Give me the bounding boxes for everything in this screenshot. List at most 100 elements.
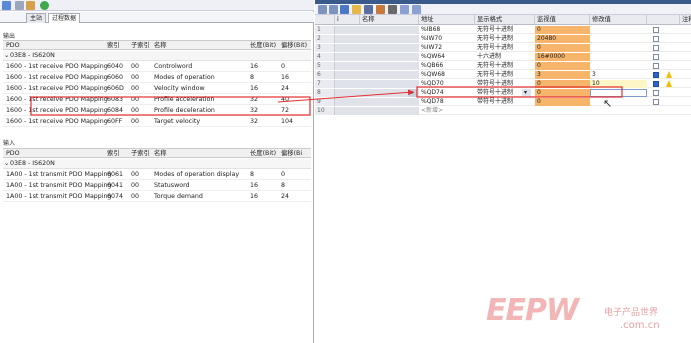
watch-row[interactable]: 2 %IW70 无符号十进制 20480 <box>315 35 691 43</box>
pdo-row[interactable]: 1600 - 1st receive PDO Mapping 6084 00 Prof… <box>3 106 311 116</box>
modify-checkbox[interactable] <box>653 90 659 96</box>
column-header[interactable]: 索引 <box>107 41 120 51</box>
watch-row[interactable]: 6 %QW68 无符号十进制 3 3 <box>315 71 691 79</box>
modify-checkbox[interactable] <box>653 99 659 105</box>
column-header[interactable]: 索引 <box>107 149 120 159</box>
watch-column-header[interactable]: 显示格式 <box>475 15 535 25</box>
display-format-cell[interactable]: 十六进制 <box>475 53 535 61</box>
display-format-cell[interactable]: 无符号十进制 <box>475 26 535 34</box>
modify-checkbox[interactable] <box>653 45 659 51</box>
device-group-row[interactable]: 03E8 - IS620N ⌄ <box>3 159 311 169</box>
address-cell[interactable]: %QW64 <box>419 53 475 61</box>
modify-value-cell[interactable] <box>590 62 647 70</box>
modify-checkbox[interactable] <box>653 54 659 60</box>
modify-value-cell[interactable] <box>590 35 647 43</box>
column-header[interactable]: 偏移(Bi <box>281 149 302 159</box>
pdo-row[interactable]: 1600 - 1st receive PDO Mapping 60FF 00 Targ… <box>3 117 311 127</box>
watch-row[interactable]: 9 %QD78 带符号十进制 0 <box>315 98 691 106</box>
address-cell[interactable]: %QW68 <box>419 71 475 79</box>
tab-master[interactable]: 主站 <box>26 13 47 23</box>
show-hide-icon[interactable] <box>400 5 409 14</box>
pdo-row[interactable]: 1600 - 1st receive PDO Mapping 6083 00 Prof… <box>3 95 311 105</box>
columns-icon[interactable] <box>412 5 421 14</box>
device-group-row[interactable]: 03E8 - IS620N ⌄ <box>3 51 311 61</box>
pdo-row[interactable]: 1600 - 1st receive PDO Mapping 6040 00 Cont… <box>3 62 311 72</box>
modify-checkbox[interactable] <box>653 72 659 78</box>
modify-value-cell[interactable] <box>590 98 647 106</box>
add-row-icon[interactable] <box>329 5 338 14</box>
watch-column-header[interactable]: 监视值 <box>535 15 590 25</box>
column-header[interactable]: PDO <box>6 149 20 159</box>
pdo-row[interactable]: 1A00 - 1st transmit PDO Mapping 6061 00 Mod… <box>3 170 311 180</box>
column-header[interactable]: 子索引 <box>131 149 150 159</box>
pdo-row[interactable]: 1600 - 1st receive PDO Mapping 6060 00 Mode… <box>3 73 311 83</box>
watch-row[interactable]: 4 %QW64 十六进制 16#0000 <box>315 53 691 61</box>
modify-checkbox[interactable] <box>653 27 659 33</box>
folder-icon[interactable] <box>26 1 35 10</box>
modify-value-cell[interactable] <box>590 89 647 97</box>
pdo-row[interactable]: 1A00 - 1st transmit PDO Mapping 6074 00 Tor… <box>3 192 311 202</box>
watch-row[interactable]: 8 %QD74 带符号十进制 ▾ ▸ 0 <box>315 89 691 97</box>
collapse-caret-icon[interactable]: ⌄ <box>4 51 9 61</box>
edit-icon[interactable] <box>2 1 11 10</box>
display-format-cell[interactable]: 无符号十进制 <box>475 62 535 70</box>
modify-icon[interactable] <box>352 5 361 14</box>
column-header[interactable]: 偏移(Bit) <box>281 41 307 51</box>
pdo-row[interactable]: 1600 - 1st receive PDO Mapping 606D 00 Velo… <box>3 84 311 94</box>
modify-value-cell[interactable] <box>590 26 647 34</box>
row-edit-icon[interactable]: ▸ <box>409 89 417 97</box>
modify-value-cell[interactable] <box>590 53 647 61</box>
watch-row[interactable]: 7 %QD70 带符号十进制 0 10 <box>315 80 691 88</box>
force-icon[interactable] <box>376 5 385 14</box>
display-format-cell[interactable]: 带符号十进制 <box>475 80 535 88</box>
address-cell[interactable]: %IW72 <box>419 44 475 52</box>
watch-column-header[interactable] <box>647 15 680 25</box>
display-format-cell[interactable]: 无符号十进制 <box>475 44 535 52</box>
modify-checkbox[interactable] <box>653 63 659 69</box>
monitor-icon[interactable] <box>340 5 349 14</box>
pdo-row[interactable]: 1A00 - 1st transmit PDO Mapping 6041 00 Sta… <box>3 181 311 191</box>
column-header[interactable]: 长度(Bit) <box>250 41 276 51</box>
modify-value-cell[interactable]: 10 <box>590 80 647 88</box>
refresh-icon[interactable] <box>40 1 49 10</box>
modify-checkbox[interactable] <box>653 36 659 42</box>
watch-row[interactable]: 3 %IW72 无符号十进制 0 <box>315 44 691 52</box>
watch-column-header[interactable]: 地址 <box>419 15 475 25</box>
address-cell[interactable]: <新增> <box>419 107 475 115</box>
display-format-cell[interactable]: 带符号十进制 <box>475 98 535 106</box>
tab-process-data[interactable]: 过程数据 <box>48 13 81 23</box>
address-cell[interactable]: %IW70 <box>419 35 475 43</box>
watch-row[interactable]: 1 %IB68 无符号十进制 0 <box>315 26 691 34</box>
modify-value-cell[interactable] <box>590 107 647 115</box>
collapse-caret-icon[interactable]: ⌄ <box>4 159 9 169</box>
address-cell[interactable]: %QD70 <box>419 80 475 88</box>
watch-column-header[interactable]: 名称 <box>360 15 419 25</box>
watch-row[interactable]: 5 %QB66 无符号十进制 0 <box>315 62 691 70</box>
insert-row-icon[interactable] <box>318 5 327 14</box>
watch-column-header[interactable]: 注释 <box>680 15 691 25</box>
display-format-cell[interactable]: 无符号十进制 <box>475 71 535 79</box>
pdo-cell: 6083 <box>107 96 124 103</box>
watch-row[interactable]: 10 <新增> <box>315 107 691 115</box>
modify-checkbox[interactable] <box>653 81 659 87</box>
address-cell[interactable]: %IB68 <box>419 26 475 34</box>
column-header[interactable]: PDO <box>6 41 20 51</box>
modify-now-icon[interactable] <box>364 5 373 14</box>
address-cell[interactable]: %QD74 <box>419 89 475 97</box>
pdo-cell: 60FF <box>107 118 123 125</box>
display-format-cell[interactable] <box>475 107 535 115</box>
trigger-icon[interactable] <box>388 5 397 14</box>
watch-column-header[interactable]: 修改值 <box>590 15 647 25</box>
format-dropdown-icon[interactable]: ▾ <box>522 89 531 97</box>
modify-value-cell[interactable]: 3 <box>590 71 647 79</box>
address-cell[interactable]: %QB66 <box>419 62 475 70</box>
column-header[interactable]: 子索引 <box>131 41 150 51</box>
display-format-cell[interactable]: 无符号十进制 <box>475 35 535 43</box>
add-icon[interactable] <box>15 1 24 10</box>
column-header[interactable]: 名称 <box>154 149 167 159</box>
watch-column-header[interactable]: i <box>335 15 360 25</box>
modify-value-cell[interactable] <box>590 44 647 52</box>
column-header[interactable]: 长度(Bit) <box>250 149 276 159</box>
address-cell[interactable]: %QD78 <box>419 98 475 106</box>
column-header[interactable]: 名称 <box>154 41 167 51</box>
